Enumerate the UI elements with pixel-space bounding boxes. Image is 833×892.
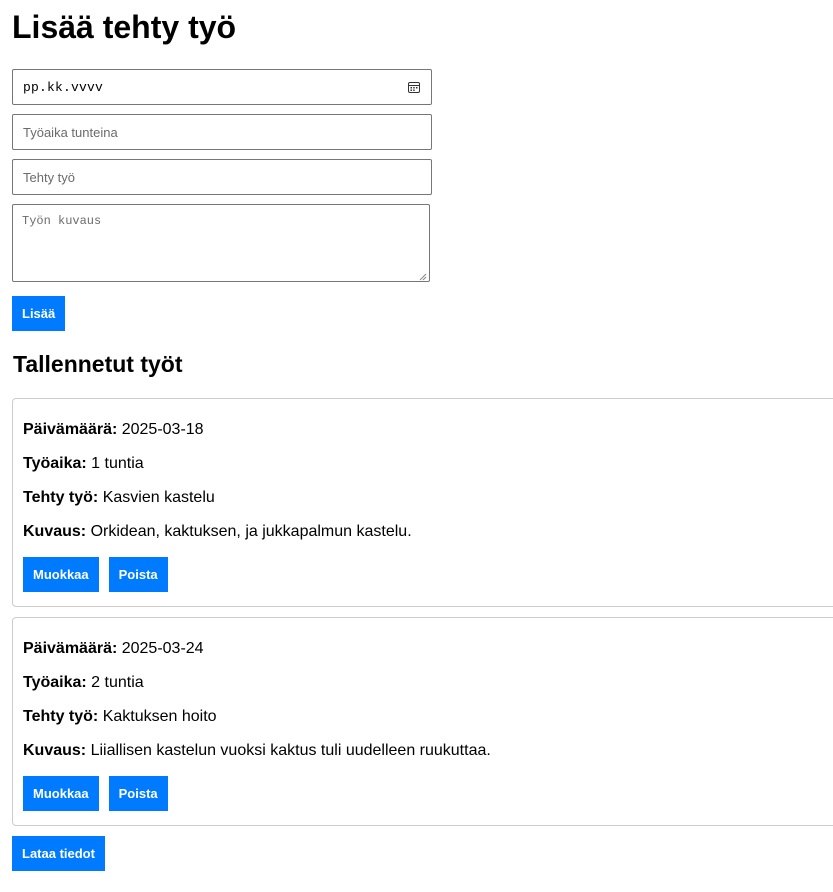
entry-hours-row: Työaika: 2 tuntia	[23, 674, 833, 692]
entry-description-label: Kuvaus:	[23, 742, 91, 759]
entry-hours-value: 2 tuntia	[91, 674, 144, 691]
entry-date-label: Päivämäärä:	[23, 640, 122, 657]
edit-button[interactable]: Muokkaa	[23, 776, 99, 811]
entry-actions: Muokkaa Poista	[23, 557, 833, 592]
work-entry-card: Päivämäärä: 2025-03-24 Työaika: 2 tuntia…	[12, 617, 833, 826]
entry-work-row: Tehty työ: Kasvien kastelu	[23, 489, 833, 507]
edit-button[interactable]: Muokkaa	[23, 557, 99, 592]
work-input[interactable]: Tehty työ	[12, 159, 432, 195]
entry-description-value: Liiallisen kastelun vuoksi kaktus tuli u…	[90, 742, 491, 759]
entry-hours-row: Työaika: 1 tuntia	[23, 455, 833, 473]
delete-button[interactable]: Poista	[108, 776, 168, 811]
entry-work-label: Tehty työ:	[23, 489, 103, 506]
entry-description-row: Kuvaus: Orkidean, kaktuksen, ja jukkapal…	[23, 523, 833, 541]
entry-work-value: Kasvien kastelu	[102, 489, 215, 506]
description-textarea-placeholder: Työn kuvaus	[22, 214, 102, 228]
description-textarea[interactable]: Työn kuvaus	[12, 204, 430, 282]
entry-hours-value: 1 tuntia	[91, 455, 144, 472]
entry-actions: Muokkaa Poista	[23, 776, 833, 811]
calendar-icon[interactable]	[407, 80, 421, 94]
date-input[interactable]: pp.kk.vvvv	[12, 69, 432, 105]
entry-description-value: Orkidean, kaktuksen, ja jukkapalmun kast…	[90, 523, 412, 540]
entry-work-label: Tehty työ:	[23, 708, 103, 725]
saved-work-list: Päivämäärä: 2025-03-18 Työaika: 1 tuntia…	[12, 398, 833, 826]
entry-description-label: Kuvaus:	[23, 523, 91, 540]
page-title: Lisää tehty työ	[12, 9, 237, 45]
resize-grip-icon[interactable]	[419, 271, 427, 281]
add-button[interactable]: Lisää	[12, 296, 66, 331]
entry-date-label: Päivämäärä:	[23, 421, 122, 438]
entry-date-row: Päivämäärä: 2025-03-18	[23, 421, 833, 439]
entry-hours-label: Työaika:	[23, 455, 92, 472]
work-entry-card: Päivämäärä: 2025-03-18 Työaika: 1 tuntia…	[12, 398, 833, 607]
delete-button[interactable]: Poista	[108, 557, 168, 592]
download-button[interactable]: Lataa tiedot	[12, 836, 105, 871]
work-input-placeholder: Tehty työ	[23, 169, 76, 185]
add-work-form: pp.kk.vvvv Työaika tunteina Tehty työ Ty	[12, 69, 432, 331]
entry-work-value: Kaktuksen hoito	[102, 708, 217, 725]
entry-date-value: 2025-03-24	[121, 640, 204, 657]
hours-input-placeholder: Työaika tunteina	[23, 124, 118, 140]
entry-date-row: Päivämäärä: 2025-03-24	[23, 640, 833, 658]
date-input-placeholder: pp.kk.vvvv	[23, 79, 104, 95]
hours-input[interactable]: Työaika tunteina	[12, 114, 432, 150]
entry-description-row: Kuvaus: Liiallisen kastelun vuoksi kaktu…	[23, 742, 833, 760]
page: Lisää tehty työ pp.kk.vvvv Työaika tunte…	[0, 0, 833, 871]
entry-hours-label: Työaika:	[23, 674, 92, 691]
entry-work-row: Tehty työ: Kaktuksen hoito	[23, 708, 833, 726]
entry-date-value: 2025-03-18	[121, 421, 204, 438]
saved-heading: Tallennetut työt	[13, 351, 183, 377]
